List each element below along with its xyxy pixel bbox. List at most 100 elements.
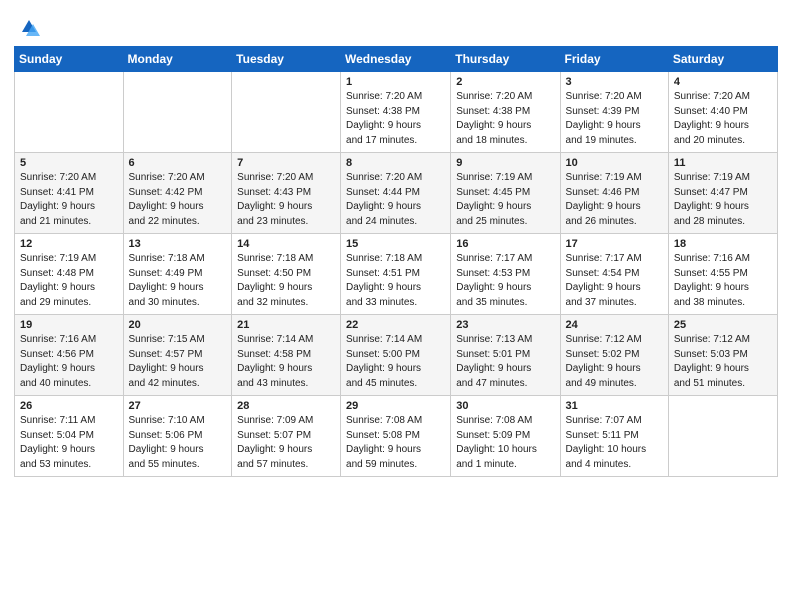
calendar-cell: 2 Sunrise: 7:20 AM Sunset: 4:38 PM Daylig… <box>451 72 560 153</box>
day-number: 13 <box>129 238 227 250</box>
calendar-cell: 22 Sunrise: 7:14 AM Sunset: 5:00 PM Dayli… <box>341 315 451 396</box>
day-info: Sunrise: 7:20 AM Sunset: 4:38 PM Dayligh… <box>456 90 554 148</box>
day-number: 21 <box>237 319 335 331</box>
day-info: Sunrise: 7:19 AM Sunset: 4:47 PM Dayligh… <box>674 171 772 229</box>
calendar-cell: 30 Sunrise: 7:08 AM Sunset: 5:09 PM Dayli… <box>451 396 560 477</box>
logo <box>14 14 42 40</box>
day-info: Sunrise: 7:18 AM Sunset: 4:49 PM Dayligh… <box>129 252 227 310</box>
calendar-cell <box>15 72 124 153</box>
day-number: 25 <box>674 319 772 331</box>
logo-icon <box>16 14 42 40</box>
calendar-cell: 17Sunrise: 7:17 AM Sunset: 4:54 PM Dayli… <box>560 234 668 315</box>
day-number: 12 <box>20 238 118 250</box>
day-number: 29 <box>346 400 445 412</box>
day-info: Sunrise: 7:14 AM Sunset: 5:00 PM Dayligh… <box>346 333 445 391</box>
weekday-header-monday: Monday <box>123 47 232 72</box>
week-row-4: 19 Sunrise: 7:16 AM Sunset: 4:56 PM Dayli… <box>15 315 778 396</box>
day-info: Sunrise: 7:20 AM Sunset: 4:39 PM Dayligh… <box>566 90 663 148</box>
calendar-cell: 27 Sunrise: 7:10 AM Sunset: 5:06 PM Dayli… <box>123 396 232 477</box>
day-info: Sunrise: 7:19 AM Sunset: 4:46 PM Dayligh… <box>566 171 663 229</box>
day-number: 28 <box>237 400 335 412</box>
calendar-table: SundayMondayTuesdayWednesdayThursdayFrid… <box>14 46 778 477</box>
weekday-header-wednesday: Wednesday <box>341 47 451 72</box>
header <box>14 10 778 40</box>
day-info: Sunrise: 7:08 AM Sunset: 5:08 PM Dayligh… <box>346 414 445 472</box>
day-number: 24 <box>566 319 663 331</box>
calendar-cell: 23Sunrise: 7:13 AM Sunset: 5:01 PM Dayli… <box>451 315 560 396</box>
day-number: 10 <box>566 157 663 169</box>
weekday-header-thursday: Thursday <box>451 47 560 72</box>
calendar-cell: 26 Sunrise: 7:11 AM Sunset: 5:04 PM Dayli… <box>15 396 124 477</box>
day-number: 8 <box>346 157 445 169</box>
day-info: Sunrise: 7:11 AM Sunset: 5:04 PM Dayligh… <box>20 414 118 472</box>
calendar-cell: 28 Sunrise: 7:09 AM Sunset: 5:07 PM Dayli… <box>232 396 341 477</box>
calendar-cell: 15 Sunrise: 7:18 AM Sunset: 4:51 PM Dayli… <box>341 234 451 315</box>
calendar-cell: 3 Sunrise: 7:20 AM Sunset: 4:39 PM Daylig… <box>560 72 668 153</box>
week-row-2: 5 Sunrise: 7:20 AM Sunset: 4:41 PM Daylig… <box>15 153 778 234</box>
calendar-cell <box>232 72 341 153</box>
day-info: Sunrise: 7:18 AM Sunset: 4:51 PM Dayligh… <box>346 252 445 310</box>
day-info: Sunrise: 7:20 AM Sunset: 4:40 PM Dayligh… <box>674 90 772 148</box>
calendar-cell: 9 Sunrise: 7:19 AM Sunset: 4:45 PM Daylig… <box>451 153 560 234</box>
weekday-header-saturday: Saturday <box>668 47 777 72</box>
calendar-cell: 29 Sunrise: 7:08 AM Sunset: 5:08 PM Dayli… <box>341 396 451 477</box>
day-info: Sunrise: 7:16 AM Sunset: 4:55 PM Dayligh… <box>674 252 772 310</box>
day-number: 5 <box>20 157 118 169</box>
day-number: 7 <box>237 157 335 169</box>
day-number: 4 <box>674 76 772 88</box>
day-number: 27 <box>129 400 227 412</box>
calendar-cell: 24 Sunrise: 7:12 AM Sunset: 5:02 PM Dayli… <box>560 315 668 396</box>
day-number: 15 <box>346 238 445 250</box>
day-number: 18 <box>674 238 772 250</box>
day-info: Sunrise: 7:18 AM Sunset: 4:50 PM Dayligh… <box>237 252 335 310</box>
day-number: 26 <box>20 400 118 412</box>
day-number: 31 <box>566 400 663 412</box>
day-info: Sunrise: 7:16 AM Sunset: 4:56 PM Dayligh… <box>20 333 118 391</box>
day-number: 22 <box>346 319 445 331</box>
day-info: Sunrise: 7:20 AM Sunset: 4:41 PM Dayligh… <box>20 171 118 229</box>
weekday-header-tuesday: Tuesday <box>232 47 341 72</box>
day-info: Sunrise: 7:12 AM Sunset: 5:02 PM Dayligh… <box>566 333 663 391</box>
day-info: Sunrise: 7:12 AM Sunset: 5:03 PM Dayligh… <box>674 333 772 391</box>
calendar-cell: 8 Sunrise: 7:20 AM Sunset: 4:44 PM Daylig… <box>341 153 451 234</box>
day-info: Sunrise: 7:17 AM Sunset: 4:54 PM Dayligh… <box>566 252 663 310</box>
calendar-cell: 19 Sunrise: 7:16 AM Sunset: 4:56 PM Dayli… <box>15 315 124 396</box>
calendar-cell: 31Sunrise: 7:07 AM Sunset: 5:11 PM Dayli… <box>560 396 668 477</box>
calendar-cell: 20Sunrise: 7:15 AM Sunset: 4:57 PM Dayli… <box>123 315 232 396</box>
calendar-cell: 6Sunrise: 7:20 AM Sunset: 4:42 PM Daylig… <box>123 153 232 234</box>
day-number: 11 <box>674 157 772 169</box>
day-number: 16 <box>456 238 554 250</box>
day-info: Sunrise: 7:20 AM Sunset: 4:43 PM Dayligh… <box>237 171 335 229</box>
day-info: Sunrise: 7:20 AM Sunset: 4:44 PM Dayligh… <box>346 171 445 229</box>
calendar-cell: 13 Sunrise: 7:18 AM Sunset: 4:49 PM Dayli… <box>123 234 232 315</box>
day-info: Sunrise: 7:09 AM Sunset: 5:07 PM Dayligh… <box>237 414 335 472</box>
day-info: Sunrise: 7:08 AM Sunset: 5:09 PM Dayligh… <box>456 414 554 472</box>
calendar-cell: 11 Sunrise: 7:19 AM Sunset: 4:47 PM Dayli… <box>668 153 777 234</box>
day-info: Sunrise: 7:13 AM Sunset: 5:01 PM Dayligh… <box>456 333 554 391</box>
calendar-cell: 16 Sunrise: 7:17 AM Sunset: 4:53 PM Dayli… <box>451 234 560 315</box>
calendar-cell: 18 Sunrise: 7:16 AM Sunset: 4:55 PM Dayli… <box>668 234 777 315</box>
calendar-cell: 1 Sunrise: 7:20 AM Sunset: 4:38 PM Daylig… <box>341 72 451 153</box>
calendar-cell: 10 Sunrise: 7:19 AM Sunset: 4:46 PM Dayli… <box>560 153 668 234</box>
day-number: 9 <box>456 157 554 169</box>
calendar-cell: 14 Sunrise: 7:18 AM Sunset: 4:50 PM Dayli… <box>232 234 341 315</box>
week-row-1: 1 Sunrise: 7:20 AM Sunset: 4:38 PM Daylig… <box>15 72 778 153</box>
day-number: 2 <box>456 76 554 88</box>
day-number: 30 <box>456 400 554 412</box>
day-number: 6 <box>129 157 227 169</box>
day-number: 1 <box>346 76 445 88</box>
day-number: 14 <box>237 238 335 250</box>
page: SundayMondayTuesdayWednesdayThursdayFrid… <box>0 0 792 612</box>
calendar-cell: 12Sunrise: 7:19 AM Sunset: 4:48 PM Dayli… <box>15 234 124 315</box>
calendar-cell: 7 Sunrise: 7:20 AM Sunset: 4:43 PM Daylig… <box>232 153 341 234</box>
weekday-header-row: SundayMondayTuesdayWednesdayThursdayFrid… <box>15 47 778 72</box>
week-row-3: 12Sunrise: 7:19 AM Sunset: 4:48 PM Dayli… <box>15 234 778 315</box>
day-info: Sunrise: 7:17 AM Sunset: 4:53 PM Dayligh… <box>456 252 554 310</box>
day-info: Sunrise: 7:10 AM Sunset: 5:06 PM Dayligh… <box>129 414 227 472</box>
day-number: 19 <box>20 319 118 331</box>
calendar-cell: 4 Sunrise: 7:20 AM Sunset: 4:40 PM Daylig… <box>668 72 777 153</box>
day-number: 20 <box>129 319 227 331</box>
day-info: Sunrise: 7:19 AM Sunset: 4:45 PM Dayligh… <box>456 171 554 229</box>
day-info: Sunrise: 7:20 AM Sunset: 4:38 PM Dayligh… <box>346 90 445 148</box>
day-number: 3 <box>566 76 663 88</box>
